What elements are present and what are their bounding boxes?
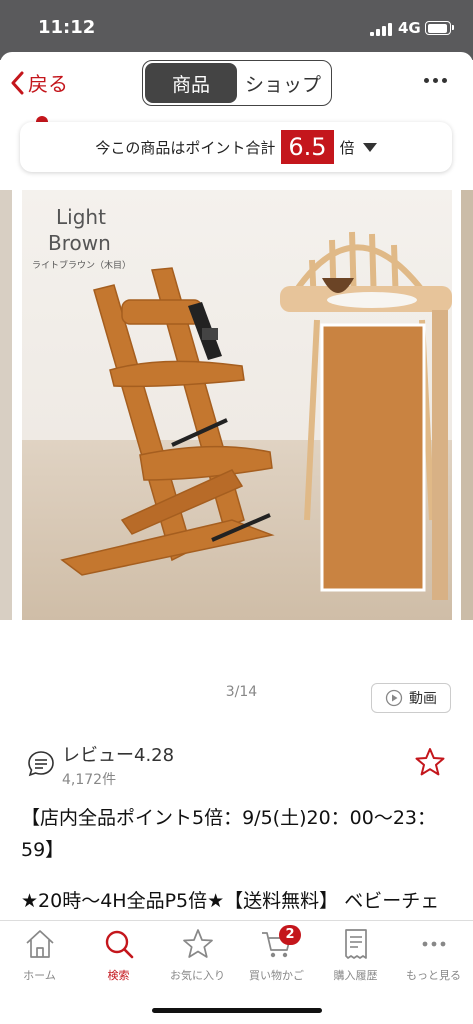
battery-icon (425, 21, 454, 35)
wood-swatch (320, 323, 426, 592)
tab-favorites-label: お気に入り (170, 969, 225, 982)
tab-home-label: ホーム (23, 969, 56, 982)
back-label: 戻る (28, 72, 68, 96)
points-banner[interactable]: 今この商品はポイント合計 6.5 倍 (20, 122, 452, 172)
points-suffix: 倍 (339, 138, 355, 157)
chevron-left-icon (11, 71, 24, 94)
tab-cart-label: 買い物かご (249, 969, 304, 982)
caret-down-icon (362, 142, 377, 152)
receipt-icon (344, 929, 367, 959)
product-photo[interactable]: Light Brown ライトブラウン（木目） (22, 190, 452, 620)
image-gallery[interactable]: Light Brown ライトブラウン（木目） (0, 188, 473, 620)
network-label: 4G (398, 19, 421, 37)
video-label: 動画 (409, 691, 437, 707)
tab-home[interactable]: ホーム (0, 927, 79, 983)
product-title: ★20時〜4H全品P5倍★【送料無料】 ベビーチェア ハイチェア 高さ調整 グロ… (21, 890, 440, 912)
tab-history-label: 購入履歴 (333, 969, 378, 982)
home-indicator (152, 1008, 322, 1013)
tab-product[interactable]: 商品 (145, 63, 237, 103)
image-text-line2: Brown (48, 231, 111, 255)
more-icon (422, 941, 445, 947)
tab-more-label: もっと見る (406, 969, 461, 982)
tab-history[interactable]: 購入履歴 (316, 927, 395, 983)
review-title: レビュー4.28 (62, 745, 175, 766)
points-prefix: 今この商品はポイント合計 (95, 138, 276, 157)
tab-more[interactable]: もっと見る (394, 927, 473, 983)
review-count: 4,172件 (62, 772, 117, 788)
tab-cart[interactable]: 2 買い物かご (237, 925, 316, 983)
star-icon (415, 748, 445, 776)
video-button[interactable]: 動画 (371, 683, 451, 713)
tab-favorites[interactable]: お気に入り (158, 927, 237, 983)
segmented-control: 商品 ショップ (142, 60, 332, 106)
tab-search-label: 検索 (107, 969, 130, 982)
product-content: 今この商品はポイント合計 6.5 倍 Light Brown ライトブラウン（木… (0, 112, 473, 920)
favorite-star-button[interactable] (414, 746, 446, 782)
prev-image-peek (0, 190, 12, 620)
home-icon (25, 930, 54, 958)
points-multiplier: 6.5 (281, 130, 334, 164)
status-time: 11:12 (38, 17, 96, 38)
search-icon (105, 930, 133, 959)
page-sheet: 戻る 商品 ショップ 今この商品はポイント合計 6.5 倍 Light Brow… (0, 52, 473, 1024)
tab-shop[interactable]: ショップ (237, 63, 329, 103)
top-nav: 戻る 商品 ショップ (0, 52, 473, 112)
more-options-icon[interactable] (424, 78, 447, 83)
back-button[interactable]: 戻る (10, 68, 68, 97)
tab-search[interactable]: 検索 (79, 927, 158, 983)
image-subtext: ライトブラウン（木目） (32, 259, 131, 271)
image-text-line1: Light (56, 205, 106, 229)
signal-icon (370, 22, 392, 36)
cart-badge: 2 (279, 925, 301, 945)
status-bar: 11:12 4G (0, 0, 473, 60)
next-image-peek (461, 190, 473, 620)
table-mat (327, 292, 417, 308)
play-icon (385, 689, 403, 707)
speech-bubble-icon (28, 751, 54, 777)
star-icon (182, 929, 213, 958)
promo-text: 【店内全品ポイント5倍：9/5(土)20：00〜23：59】 (21, 807, 437, 861)
